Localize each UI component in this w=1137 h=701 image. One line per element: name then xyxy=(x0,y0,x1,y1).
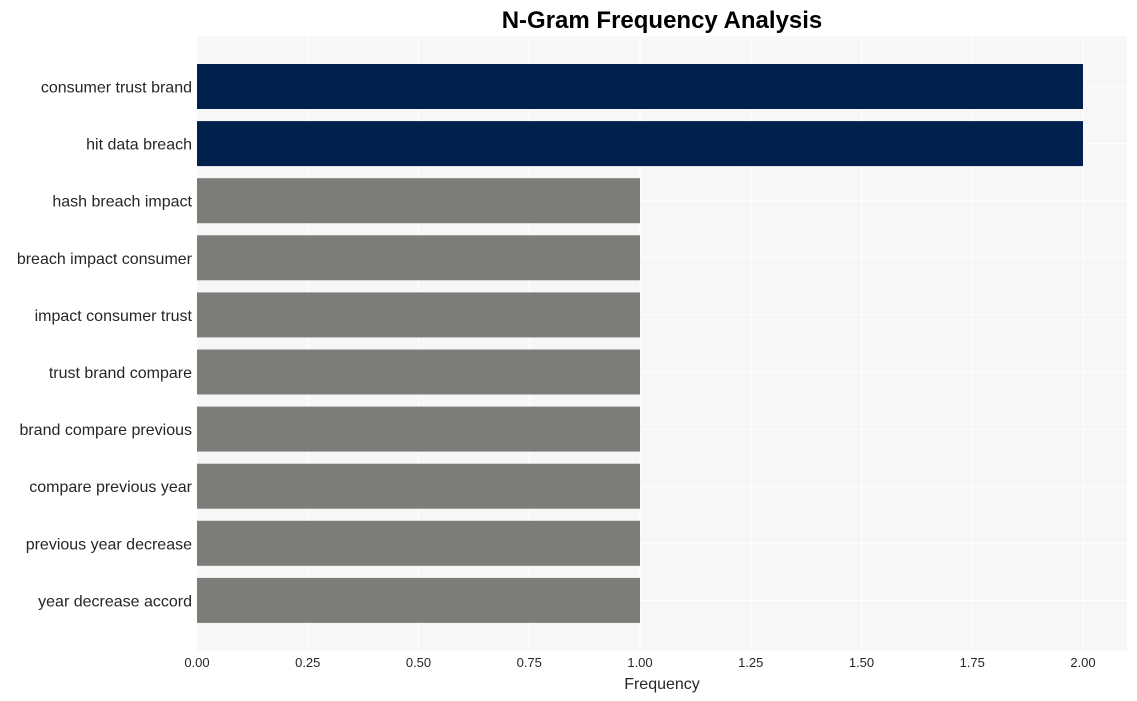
bar-breach-impact-consumer xyxy=(197,235,640,281)
x-tick-label: 0.25 xyxy=(295,655,320,670)
x-tick-label: 0.75 xyxy=(517,655,542,670)
y-tick-label: hash breach impact xyxy=(52,194,192,211)
x-tick-label: 1.00 xyxy=(627,655,652,670)
x-tick-label: 1.75 xyxy=(960,655,985,670)
y-tick-label: hit data breach xyxy=(86,137,192,154)
y-tick-label: compare previous year xyxy=(29,479,192,496)
x-axis-label: Frequency xyxy=(624,676,700,693)
y-tick-label: year decrease accord xyxy=(38,593,192,610)
bar-hit-data-breach xyxy=(197,121,1083,167)
bar-brand-compare-previous xyxy=(197,406,640,452)
y-tick-label: consumer trust brand xyxy=(41,80,192,97)
y-tick-labels: consumer trust brand hit data breach hash … xyxy=(17,80,193,611)
x-tick-label: 1.50 xyxy=(849,655,874,670)
y-tick-label: previous year decrease xyxy=(26,536,192,553)
bar-hash-breach-impact xyxy=(197,178,640,224)
x-tick-label: 2.00 xyxy=(1070,655,1095,670)
x-tick-label: 0.00 xyxy=(184,655,209,670)
bar-impact-consumer-trust xyxy=(197,292,640,338)
chart-title: N-Gram Frequency Analysis xyxy=(502,7,823,34)
bar-trust-brand-compare xyxy=(197,349,640,395)
x-tick-label: 1.25 xyxy=(738,655,763,670)
x-tick-label: 0.50 xyxy=(406,655,431,670)
y-tick-label: breach impact consumer xyxy=(17,251,193,268)
ngram-bar-chart: consumer trust brand hit data breach hash … xyxy=(17,7,1127,693)
bar-previous-year-decrease xyxy=(197,520,640,566)
bar-compare-previous-year xyxy=(197,463,640,509)
bar-year-decrease-accord xyxy=(197,577,640,623)
y-tick-label: impact consumer trust xyxy=(35,308,193,325)
y-tick-label: trust brand compare xyxy=(49,365,192,382)
x-tick-labels: 0.00 0.25 0.50 0.75 1.00 1.25 1.50 1.75 2.00 xyxy=(184,655,1095,670)
bar-consumer-trust-brand xyxy=(197,64,1083,109)
y-tick-label: brand compare previous xyxy=(19,422,192,439)
